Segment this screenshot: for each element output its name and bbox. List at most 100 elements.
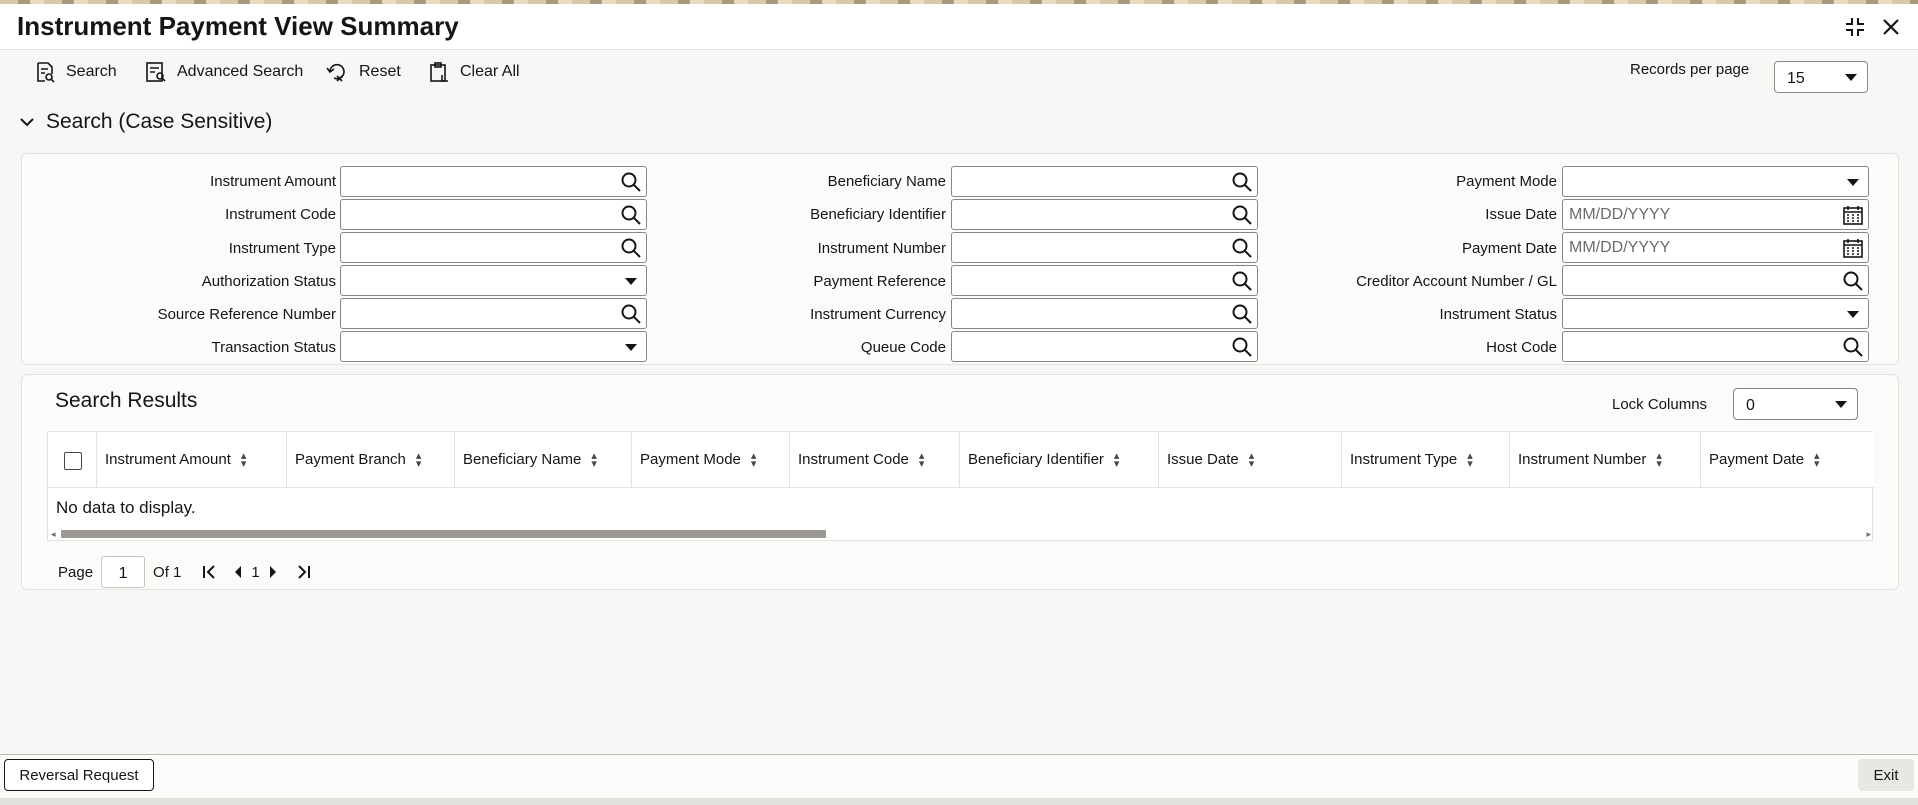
column-header[interactable]: Payment Mode ▴ ▾ bbox=[632, 432, 790, 488]
sort-icon: ▴ ▾ bbox=[591, 450, 597, 470]
label-issue-date: Issue Date bbox=[1485, 206, 1557, 223]
label-instrument-amount: Instrument Amount bbox=[210, 173, 336, 190]
clear-all-button[interactable]: Clear All bbox=[428, 61, 520, 83]
column-header[interactable]: Beneficiary Name ▴ ▾ bbox=[455, 432, 632, 488]
beneficiary-identifier-field[interactable] bbox=[951, 199, 1258, 230]
issue-date-field[interactable]: MM/DD/YYYY bbox=[1562, 199, 1869, 230]
instrument-number-field[interactable] bbox=[951, 232, 1258, 263]
calendar-icon[interactable] bbox=[1842, 237, 1864, 259]
column-header[interactable]: Instrument Amount ▴ ▾ bbox=[97, 432, 287, 488]
search-icon[interactable] bbox=[1231, 237, 1253, 259]
footer-bar: Reversal Request Exit bbox=[0, 754, 1918, 798]
scroll-right-icon[interactable]: ▸ bbox=[1866, 529, 1871, 540]
instrument-type-field[interactable] bbox=[340, 232, 647, 263]
bottom-strip bbox=[0, 798, 1918, 805]
instrument-status-select[interactable] bbox=[1562, 298, 1869, 329]
sort-icon: ▴ ▾ bbox=[1656, 450, 1662, 470]
search-results-panel: Search Results Lock Columns 0 Instrument… bbox=[21, 374, 1899, 590]
chevron-down-icon bbox=[625, 344, 637, 351]
search-icon[interactable] bbox=[620, 171, 642, 193]
beneficiary-name-field[interactable] bbox=[951, 166, 1258, 197]
label-beneficiary-identifier: Beneficiary Identifier bbox=[810, 206, 946, 223]
lock-columns-select[interactable]: 0 bbox=[1733, 388, 1858, 420]
sort-icon: ▴ ▾ bbox=[750, 450, 757, 470]
column-header[interactable]: Payment Date ▴ ▾ bbox=[1701, 432, 1874, 488]
first-page-icon[interactable] bbox=[201, 564, 217, 580]
search-icon[interactable] bbox=[620, 303, 642, 325]
search-icon[interactable] bbox=[1231, 204, 1253, 226]
search-section-toggle[interactable]: Search (Case Sensitive) bbox=[20, 110, 272, 134]
search-icon[interactable] bbox=[1231, 303, 1253, 325]
records-per-page-label: Records per page bbox=[1630, 61, 1750, 78]
scroll-left-icon[interactable]: ◂ bbox=[51, 529, 56, 540]
label-instrument-number: Instrument Number bbox=[817, 240, 946, 257]
instrument-currency-field[interactable] bbox=[951, 298, 1258, 329]
column-header[interactable]: Payment Branch ▴ ▾ bbox=[287, 432, 455, 488]
reversal-request-button[interactable]: Reversal Request bbox=[4, 759, 154, 791]
search-icon[interactable] bbox=[1231, 171, 1253, 193]
search-icon[interactable] bbox=[1231, 336, 1253, 358]
next-page-icon[interactable] bbox=[268, 565, 278, 579]
sort-icon: ▴ ▾ bbox=[1814, 450, 1820, 470]
chevron-down-icon bbox=[1847, 311, 1859, 318]
payment-reference-field[interactable] bbox=[951, 265, 1258, 296]
sort-icon: ▴ ▾ bbox=[1467, 450, 1473, 470]
title-bar: Instrument Payment View Summary bbox=[0, 4, 1918, 50]
page-of-label: Of 1 bbox=[153, 563, 182, 581]
label-host-code: Host Code bbox=[1486, 339, 1557, 356]
column-header[interactable]: Issue Date ▴ ▾ bbox=[1159, 432, 1342, 488]
transaction-status-select[interactable] bbox=[340, 331, 647, 362]
search-icon[interactable] bbox=[620, 237, 642, 259]
instrument-amount-field[interactable] bbox=[340, 166, 647, 197]
chevron-down-icon bbox=[625, 278, 637, 285]
search-icon[interactable] bbox=[620, 204, 642, 226]
sort-icon: ▴ ▾ bbox=[1248, 450, 1255, 470]
page-title: Instrument Payment View Summary bbox=[17, 11, 459, 41]
search-doc-icon bbox=[37, 62, 55, 83]
label-creditor-account: Creditor Account Number / GL bbox=[1356, 273, 1557, 290]
chevron-down-icon bbox=[1847, 179, 1859, 186]
lock-columns-label: Lock Columns bbox=[1612, 396, 1708, 413]
select-all-checkbox[interactable] bbox=[64, 452, 82, 470]
records-per-page-select[interactable]: 15 bbox=[1774, 61, 1868, 93]
reset-icon bbox=[326, 63, 345, 82]
queue-code-field[interactable] bbox=[951, 331, 1258, 362]
creditor-account-field[interactable] bbox=[1562, 265, 1869, 296]
collapse-icon[interactable] bbox=[1842, 14, 1868, 40]
search-button[interactable]: Search bbox=[34, 61, 117, 83]
page-number-input[interactable]: 1 bbox=[101, 556, 146, 588]
source-reference-number-field[interactable] bbox=[340, 298, 647, 329]
current-page-number[interactable]: 1 bbox=[251, 564, 259, 581]
previous-page-icon[interactable] bbox=[233, 565, 243, 579]
last-page-icon[interactable] bbox=[296, 564, 312, 580]
column-header[interactable]: Instrument Code ▴ ▾ bbox=[790, 432, 960, 488]
reset-button[interactable]: Reset bbox=[325, 61, 401, 83]
table-header: Instrument Amount ▴ ▾ Payment Branch ▴ ▾ Ben… bbox=[48, 432, 1874, 488]
advanced-search-icon bbox=[146, 62, 166, 82]
sort-icon: ▴ ▾ bbox=[415, 450, 422, 470]
instrument-code-field[interactable] bbox=[340, 199, 647, 230]
search-icon[interactable] bbox=[1842, 270, 1864, 292]
search-section-title: Search (Case Sensitive) bbox=[46, 110, 273, 133]
label-source-reference-number: Source Reference Number bbox=[157, 306, 336, 323]
authorization-status-select[interactable] bbox=[340, 265, 647, 296]
scrollbar-thumb[interactable] bbox=[61, 530, 826, 538]
column-header[interactable]: Instrument Number ▴ ▾ bbox=[1510, 432, 1701, 488]
payment-mode-select[interactable] bbox=[1562, 166, 1869, 197]
label-payment-date: Payment Date bbox=[1461, 240, 1557, 257]
search-results-title: Search Results bbox=[55, 389, 198, 412]
column-header[interactable]: Instrument Type ▴ ▾ bbox=[1342, 432, 1510, 488]
horizontal-scrollbar[interactable]: ◂ ▸ bbox=[48, 528, 1874, 540]
window-controls bbox=[1842, 14, 1904, 40]
exit-button[interactable]: Exit bbox=[1858, 759, 1914, 791]
host-code-field[interactable] bbox=[1562, 331, 1869, 362]
column-header[interactable]: Beneficiary Identifier ▴ ▾ bbox=[960, 432, 1159, 488]
close-icon[interactable] bbox=[1878, 14, 1904, 40]
search-icon[interactable] bbox=[1231, 270, 1253, 292]
search-icon[interactable] bbox=[1842, 336, 1864, 358]
payment-date-field[interactable]: MM/DD/YYYY bbox=[1562, 232, 1869, 263]
calendar-icon[interactable] bbox=[1842, 204, 1864, 226]
advanced-search-button[interactable]: Advanced Search bbox=[145, 61, 303, 83]
page-label: Page bbox=[58, 563, 94, 581]
chevron-down-icon bbox=[20, 118, 34, 127]
